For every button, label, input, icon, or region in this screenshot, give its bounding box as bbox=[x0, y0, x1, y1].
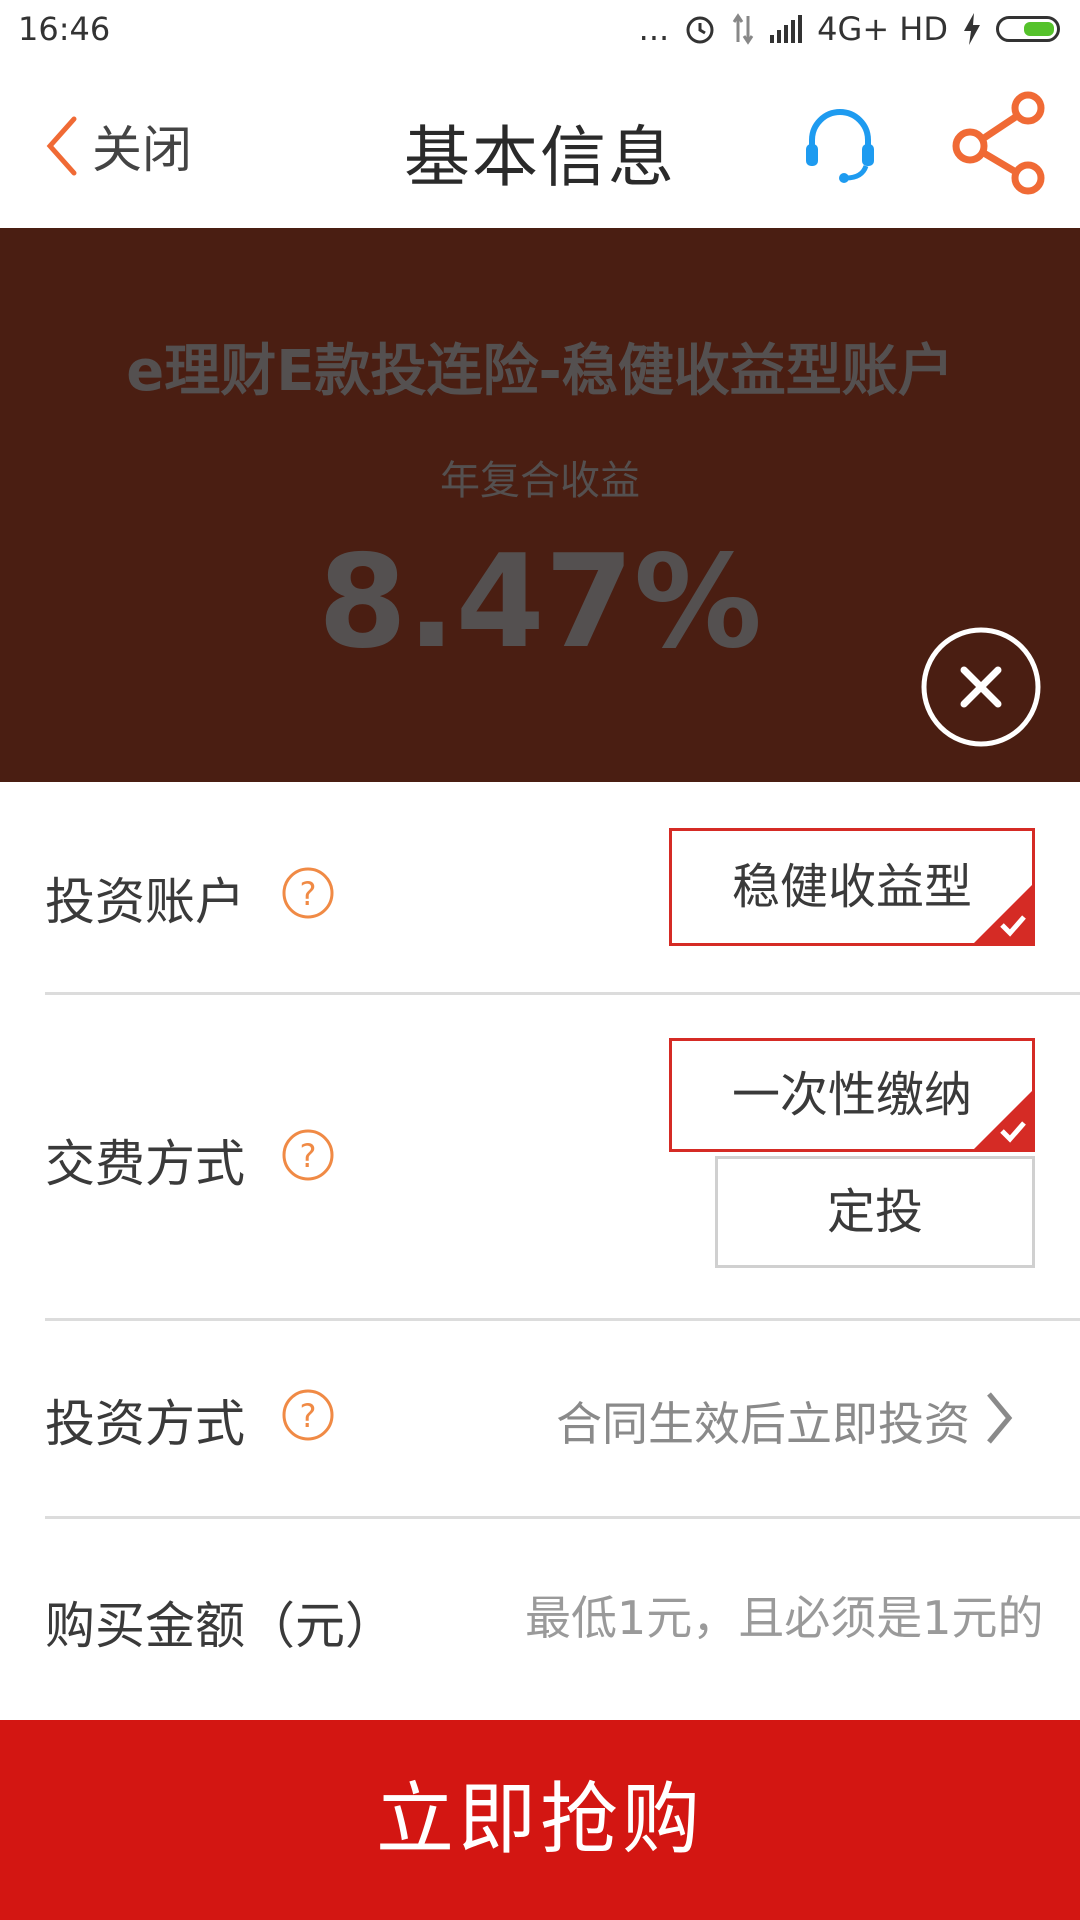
purchase-amount-input[interactable] bbox=[525, 1586, 1040, 1650]
svg-text:?: ? bbox=[300, 875, 317, 913]
signal-icon bbox=[770, 15, 803, 43]
alarm-icon bbox=[686, 16, 714, 44]
investment-method-row[interactable]: 投资方式 ? 合同生效后立即投资 bbox=[45, 1318, 1080, 1519]
check-icon bbox=[974, 885, 1032, 943]
data-transfer-icon bbox=[732, 13, 754, 45]
status-bar: 16:46 ... 4G+ HD bbox=[0, 0, 1080, 60]
svg-text:?: ? bbox=[300, 1397, 317, 1435]
account-option-label: 稳健收益型 bbox=[731, 859, 972, 915]
purchase-amount-label: 购买金额（元） bbox=[45, 1597, 395, 1655]
rate-value: 8.47% bbox=[317, 528, 763, 677]
investment-method-value: 合同生效后立即投资 bbox=[556, 1397, 970, 1451]
payment-method-label: 交费方式 bbox=[45, 1135, 245, 1193]
investment-method-label: 投资方式 bbox=[45, 1395, 245, 1453]
battery-icon bbox=[996, 16, 1060, 42]
close-circle-icon[interactable] bbox=[920, 626, 1042, 748]
nav-bar: 关闭 基本信息 bbox=[0, 60, 1080, 228]
investment-account-row: 投资账户 ? 稳健收益型 bbox=[45, 782, 1080, 995]
product-banner: e理财E款投连险-稳健收益型账户 年复合收益 8.47% bbox=[0, 228, 1080, 782]
rate-label: 年复合收益 bbox=[440, 458, 640, 504]
investment-account-label: 投资账户 bbox=[45, 873, 245, 931]
payment-option-label: 定投 bbox=[826, 1184, 923, 1240]
status-time: 16:46 bbox=[18, 10, 111, 48]
page-title: 基本信息 bbox=[404, 119, 676, 196]
payment-option-lump-sum[interactable]: 一次性缴纳 bbox=[669, 1038, 1035, 1152]
chevron-right-icon bbox=[987, 1392, 1013, 1444]
help-icon[interactable]: ? bbox=[281, 1388, 335, 1442]
payment-option-label: 一次性缴纳 bbox=[731, 1067, 972, 1123]
network-type: 4G+ HD bbox=[817, 10, 948, 48]
svg-text:?: ? bbox=[300, 1137, 317, 1175]
share-icon[interactable] bbox=[950, 90, 1050, 195]
more-dots-icon: ... bbox=[638, 10, 670, 48]
status-indicators: ... 4G+ HD bbox=[639, 10, 1060, 48]
purchase-amount-row: 购买金额（元） bbox=[45, 1516, 1080, 1716]
check-icon bbox=[974, 1091, 1032, 1149]
help-icon[interactable]: ? bbox=[281, 866, 335, 920]
help-icon[interactable]: ? bbox=[281, 1128, 335, 1182]
payment-method-row: 交费方式 ? 一次性缴纳 定投 bbox=[45, 992, 1080, 1321]
product-name: e理财E款投连险-稳健收益型账户 bbox=[126, 339, 954, 404]
charging-icon bbox=[964, 13, 980, 45]
payment-option-regular[interactable]: 定投 bbox=[715, 1156, 1035, 1268]
buy-now-button[interactable]: 立即抢购 bbox=[0, 1720, 1080, 1920]
headset-icon[interactable] bbox=[800, 104, 880, 184]
account-option-stable[interactable]: 稳健收益型 bbox=[669, 828, 1035, 946]
